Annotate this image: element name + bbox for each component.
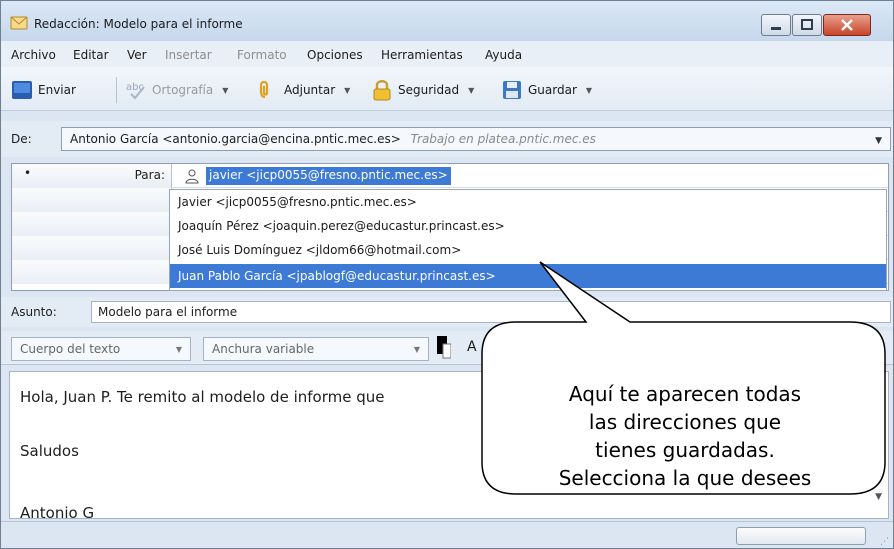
menu-insertar[interactable]: Insertar	[165, 48, 212, 62]
minimize-icon	[771, 27, 781, 30]
format-toolbar: Cuerpo del texto ▼ Anchura variable ▼ A	[1, 331, 893, 365]
subject-input[interactable]: Modelo para el informe	[91, 301, 891, 323]
from-account: Trabajo en platea.pntic.mec.es	[410, 132, 596, 146]
body-line: Saludos	[20, 442, 79, 460]
save-button[interactable]: Guardar ▼	[501, 77, 592, 103]
recipient-input[interactable]: javier <jicp0055@fresno.pntic.mec.es>	[206, 167, 451, 185]
font-value: Anchura variable	[212, 342, 315, 356]
close-icon	[841, 19, 853, 31]
paragraph-style-select[interactable]: Cuerpo del texto ▼	[11, 337, 191, 361]
security-button[interactable]: Seguridad ▼	[371, 77, 474, 103]
spellcheck-icon: abc	[126, 82, 145, 100]
callout-line: Selecciona la que desees	[558, 466, 812, 490]
subject-label: Asunto:	[11, 305, 57, 319]
menu-archivo[interactable]: Archivo	[11, 48, 56, 62]
suggestion-item-selected[interactable]: Juan Pablo García <jpablogf@educastur.pr…	[170, 264, 886, 288]
text-color-icon[interactable]	[437, 336, 451, 360]
attach-button[interactable]: Adjuntar ▼	[257, 77, 350, 103]
chevron-down-icon: ▼	[468, 85, 475, 95]
menu-editar[interactable]: Editar	[73, 48, 109, 62]
menu-formato[interactable]: Formato	[237, 48, 287, 62]
body-line: Antonio G	[20, 504, 95, 519]
chevron-down-icon: ▼	[875, 136, 882, 146]
spelling-button[interactable]: abc Ortografía ▼	[125, 77, 228, 103]
menu-bar: Archivo Editar Ver Insertar Formato Opci…	[1, 41, 893, 67]
text-size-button[interactable]: A	[467, 339, 477, 355]
recipient-type-empty[interactable]	[12, 236, 172, 260]
recipient-row[interactable]: • Para: javier <jicp0055@fresno.pntic.me…	[12, 164, 888, 188]
save-label: Guardar	[528, 83, 577, 97]
recipient-type-label: Para:	[134, 168, 165, 182]
menu-ayuda[interactable]: Ayuda	[485, 48, 522, 62]
resize-grip-icon[interactable]: ⋰	[880, 537, 889, 547]
recipient-type-empty[interactable]	[12, 260, 172, 284]
suggestion-item[interactable]: Joaquín Pérez <joaquin.perez@educastur.p…	[170, 214, 886, 238]
send-button[interactable]: Enviar	[11, 77, 76, 103]
maximize-button[interactable]	[792, 14, 822, 36]
toolbar: Enviar abc Ortografía ▼ Adjuntar ▼ Segur…	[1, 67, 893, 111]
paragraph-style-value: Cuerpo del texto	[20, 342, 121, 356]
spelling-label: Ortografía	[152, 83, 214, 97]
minimize-button[interactable]	[761, 14, 791, 36]
chevron-down-icon: ▼	[175, 345, 182, 354]
recipient-type-empty[interactable]	[12, 212, 172, 236]
recipient-type-select[interactable]: • Para:	[12, 164, 172, 188]
toolbar-separator	[116, 77, 117, 103]
chevron-down-icon: ▼	[344, 85, 351, 95]
scroll-down-icon[interactable]: ▼	[875, 492, 882, 502]
save-icon	[503, 81, 521, 99]
title-bar: Redacción: Modelo para el informe	[1, 1, 893, 41]
from-row: De: Antonio García <antonio.garcia@encin…	[1, 121, 893, 157]
security-label: Seguridad	[398, 83, 460, 97]
menu-ver[interactable]: Ver	[127, 48, 147, 62]
subject-row: Asunto: Modelo para el informe	[1, 297, 893, 327]
menu-herramientas[interactable]: Herramientas	[381, 48, 463, 62]
from-value: Antonio García <antonio.garcia@encina.pn…	[70, 132, 401, 146]
chevron-down-icon: ▼	[222, 85, 229, 95]
lock-icon	[373, 80, 391, 101]
progress-bar	[736, 527, 866, 545]
recipient-type-empty[interactable]	[12, 188, 172, 212]
compose-icon	[10, 16, 28, 30]
callout-line: las direcciones que	[588, 410, 782, 434]
chevron-down-icon: ▼	[413, 345, 420, 354]
send-label: Enviar	[38, 83, 76, 97]
from-select[interactable]: Antonio García <antonio.garcia@encina.pn…	[61, 127, 891, 151]
maximize-icon	[801, 19, 813, 30]
suggestion-item[interactable]: José Luis Domínguez <jldom66@hotmail.com…	[170, 238, 886, 262]
close-button[interactable]	[823, 14, 871, 36]
font-select[interactable]: Anchura variable ▼	[203, 337, 429, 361]
address-autocomplete: Javier <jicp0055@fresno.pntic.mec.es> Jo…	[169, 189, 887, 291]
status-bar: ⋰	[1, 521, 893, 548]
contact-icon	[185, 169, 199, 184]
attach-label: Adjuntar	[284, 83, 336, 97]
callout-line: Aquí te aparecen todas	[568, 382, 802, 406]
suggestion-item[interactable]: Javier <jicp0055@fresno.pntic.mec.es>	[170, 190, 886, 214]
send-icon	[12, 81, 32, 99]
recipient-type-bullet: •	[24, 166, 32, 180]
body-line: Hola, Juan P. Te remito al modelo de inf…	[20, 388, 385, 406]
from-label: De:	[11, 132, 32, 146]
menu-opciones[interactable]: Opciones	[307, 48, 363, 62]
callout-text: Aquí te aparecen todas las direcciones q…	[504, 380, 866, 492]
callout-line: tienes guardadas.	[595, 438, 775, 462]
window-title: Redacción: Modelo para el informe	[34, 17, 243, 31]
chevron-down-icon: ▼	[585, 85, 593, 95]
paperclip-icon	[259, 80, 269, 99]
